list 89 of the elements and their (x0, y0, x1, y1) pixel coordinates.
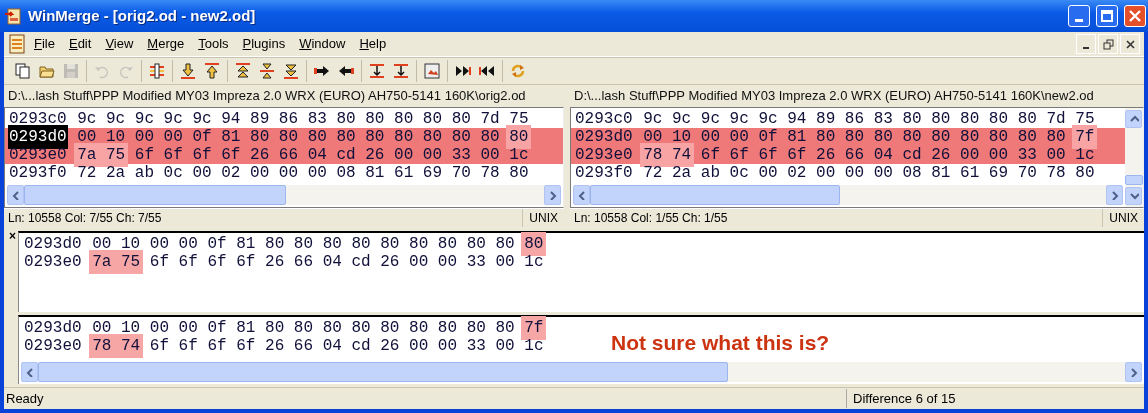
file-path: D:\...lash Stuff\PPP Modified MY03 Impreza 2.0 WRX (EURO) AH750-5141 160K\orig2.od (7, 87, 527, 105)
scrollbar-thumb[interactable] (1125, 175, 1143, 185)
converging-arrows-icon (259, 63, 275, 79)
close-button[interactable]: × (4, 231, 18, 241)
minimize-icon (1075, 19, 1083, 22)
maximize-icon (1101, 10, 1113, 22)
copy-pages-icon (15, 63, 31, 79)
address-label: 0293d0 (8, 125, 68, 149)
cursor-position: Ln: 10558 Col: 1/55 Ch: 1/55 (574, 210, 728, 227)
double-down-arrow-icon (283, 63, 299, 79)
annotation-text: Not sure what this is? (611, 329, 830, 356)
scroll-left-button[interactable] (21, 362, 38, 382)
close-document-button[interactable] (1120, 34, 1140, 54)
line-ending: UNIX (522, 209, 564, 227)
down-arrow-bar-icon (393, 63, 409, 79)
address-label: 0293f0 (8, 163, 68, 184)
close-button[interactable] (1124, 5, 1146, 27)
menu-item[interactable]: Tools (192, 32, 235, 56)
menu-item[interactable]: Merge (141, 32, 191, 56)
scroll-down-button[interactable] (1125, 187, 1142, 205)
arrow-up-icon (1128, 114, 1139, 124)
close-icon (1124, 38, 1136, 50)
picture-icon (424, 63, 440, 79)
byte-values: 78 74 (640, 143, 695, 167)
byte-values: 80 (521, 232, 547, 256)
app-icon (4, 7, 22, 25)
cursor-position: Ln: 10558 Col: 7/55 Ch: 7/55 (8, 210, 162, 227)
menu-item[interactable]: Window (293, 32, 352, 56)
minimize-document-button[interactable] (1076, 34, 1096, 54)
double-left-arrow-icon (479, 63, 495, 79)
menu-item[interactable]: Edit (62, 32, 98, 56)
scrollbar-thumb[interactable] (38, 362, 728, 382)
maximize-button[interactable] (1096, 5, 1118, 27)
right-arrow-icon (314, 63, 330, 79)
scroll-right-button[interactable] (1125, 362, 1142, 382)
scroll-right-button[interactable] (1106, 185, 1123, 205)
vertical-scrollbar[interactable] (1125, 108, 1143, 207)
byte-values: 7a 75 (89, 250, 144, 274)
minimize-button[interactable] (1068, 5, 1090, 27)
scrollbar-thumb[interactable] (24, 185, 286, 205)
down-arrow-bar-icon (369, 63, 385, 79)
arrow-right-icon (1109, 190, 1120, 200)
byte-values: 7f (1072, 125, 1098, 149)
menu-item[interactable]: Help (353, 32, 393, 56)
refresh-arrows-icon (510, 63, 526, 79)
difference-counter: Difference 6 of 15 (846, 388, 1034, 409)
double-up-arrow-icon (235, 63, 251, 79)
down-arrow-icon (180, 63, 196, 79)
horizontal-scrollbar[interactable] (573, 185, 1123, 205)
scroll-left-button[interactable] (7, 185, 24, 205)
menu-item[interactable]: View (99, 32, 140, 56)
menu-item[interactable]: Plugins (236, 32, 292, 56)
restore-document-button[interactable] (1098, 34, 1118, 54)
status-message: Ready (5, 389, 45, 408)
file-path: D:\...lash Stuff\PPP Modified MY03 Impreza 2.0 WRX (EURO) AH750-5141 160K\new2.od (573, 87, 1095, 105)
address-label: 0293d0 (574, 127, 634, 148)
address-label: 0293c0 (574, 109, 634, 129)
restore-icon (1102, 38, 1114, 50)
byte-values: 78 74 (89, 333, 144, 358)
folder-icon (39, 63, 55, 79)
address-label: 0293e0 (574, 145, 634, 165)
horizontal-scrollbar[interactable] (21, 362, 1142, 382)
scrollbar-thumb[interactable] (590, 185, 840, 205)
window-title: WinMerge - [orig2.od - new2.od] (28, 5, 256, 26)
scroll-right-button[interactable] (544, 185, 561, 205)
arrow-down-icon (1128, 191, 1139, 201)
address-label: 0293e0 (23, 252, 83, 273)
arrow-right-icon (1128, 367, 1139, 377)
close-icon (1129, 10, 1141, 22)
double-right-arrow-icon (455, 63, 471, 79)
scroll-up-button[interactable] (1125, 110, 1142, 128)
scroll-left-button[interactable] (573, 185, 590, 205)
address-label: 0293d0 (23, 234, 83, 255)
diff-bars-icon (149, 63, 165, 79)
address-label: 0293f0 (574, 163, 634, 184)
byte-values: 80 (506, 125, 532, 149)
document-icon (8, 34, 26, 54)
arrow-left-icon (576, 190, 587, 200)
arrow-left-icon (10, 190, 21, 200)
left-arrow-icon (338, 63, 354, 79)
horizontal-scrollbar[interactable] (7, 185, 561, 205)
byte-values: 7f (521, 315, 547, 340)
arrow-right-icon (547, 190, 558, 200)
minimize-icon (1083, 47, 1089, 49)
byte-values: 7a 75 (74, 143, 129, 167)
arrow-left-icon (24, 367, 35, 377)
line-ending: UNIX (1102, 209, 1144, 227)
up-arrow-icon (204, 63, 220, 79)
menu-item[interactable]: File (28, 32, 61, 56)
